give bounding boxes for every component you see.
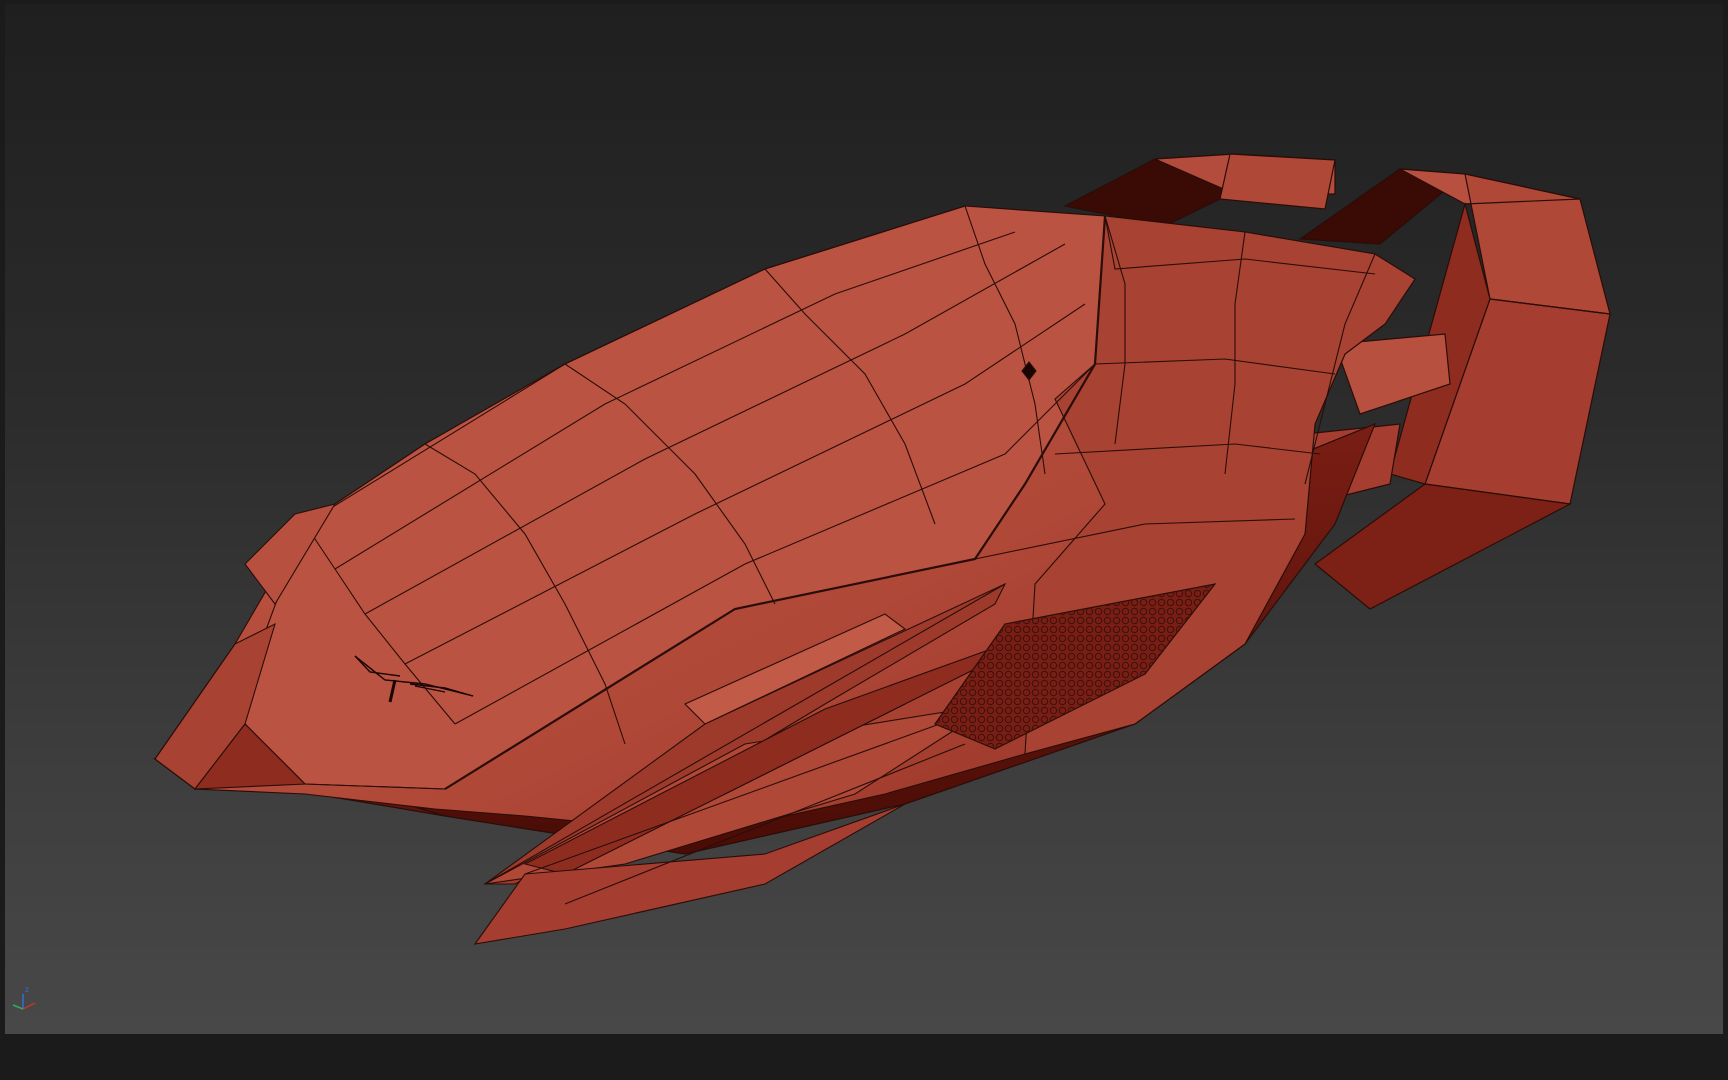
axis-gizmo: z bbox=[12, 985, 36, 1010]
status-bar bbox=[0, 1034, 1728, 1080]
axis-z-label: z bbox=[25, 985, 29, 994]
axis-y-icon bbox=[12, 1004, 24, 1010]
axis-x-icon bbox=[22, 1002, 36, 1010]
app-window: z bbox=[0, 0, 1728, 1080]
viewport-scene[interactable]: z bbox=[5, 4, 1723, 1034]
3d-viewport[interactable]: z bbox=[5, 4, 1723, 1034]
